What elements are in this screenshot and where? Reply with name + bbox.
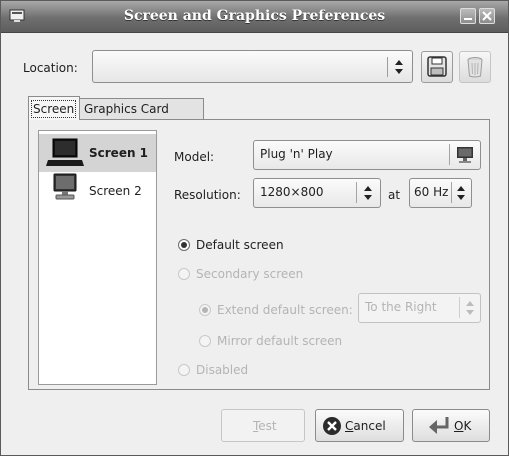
resolution-select[interactable]: 1280×800 xyxy=(253,178,381,208)
secondary-screen-radio[interactable] xyxy=(178,268,190,280)
refresh-rate-value: 60 Hz xyxy=(414,185,449,199)
monitor-icon xyxy=(457,147,473,163)
extend-position-select[interactable]: To the Right xyxy=(358,293,481,323)
default-screen-label: Default screen xyxy=(196,238,284,252)
preferences-window: Screen and Graphics Preferences Location… xyxy=(0,0,509,456)
mirror-default-screen-radio[interactable] xyxy=(199,335,211,347)
extend-default-screen-label: Extend default screen: xyxy=(217,303,353,317)
updown-arrows-icon xyxy=(457,186,465,200)
window-title: Screen and Graphics Preferences xyxy=(123,8,386,24)
screen-tab-panel: Screen 1 Screen 2 Model: Plug 'n' Play R… xyxy=(28,119,490,390)
ok-arrow-icon xyxy=(429,417,449,434)
minimize-button[interactable] xyxy=(460,8,476,24)
monitor-icon xyxy=(53,173,77,200)
refresh-rate-select[interactable]: 60 Hz xyxy=(409,178,472,208)
screen-list[interactable]: Screen 1 Screen 2 xyxy=(38,130,157,385)
disabled-label: Disabled xyxy=(196,363,249,377)
trash-can-icon xyxy=(467,57,483,78)
updown-arrows-icon xyxy=(395,60,403,74)
at-label: at xyxy=(388,188,401,202)
floppy-disk-icon xyxy=(427,56,447,77)
laptop-icon xyxy=(46,138,84,166)
model-label: Model: xyxy=(174,150,215,164)
updown-arrows-icon xyxy=(364,186,372,200)
cancel-x-icon xyxy=(323,417,341,435)
location-label: Location: xyxy=(23,61,78,75)
title-bar[interactable]: Screen and Graphics Preferences xyxy=(1,1,508,33)
screen-1-label: Screen 1 xyxy=(89,146,149,160)
resolution-value: 1280×800 xyxy=(260,185,324,199)
tab-graphics-card-label: Graphics Card xyxy=(84,102,169,116)
extend-default-screen-radio[interactable] xyxy=(199,304,211,316)
minimize-icon xyxy=(464,18,472,20)
disabled-radio[interactable] xyxy=(178,364,190,376)
test-button-label: Test xyxy=(253,419,277,433)
ok-button[interactable]: OK xyxy=(412,409,490,442)
screen-2-label: Screen 2 xyxy=(89,184,142,198)
model-selector[interactable]: Plug 'n' Play xyxy=(253,140,481,170)
close-icon xyxy=(482,11,492,21)
mirror-default-screen-label: Mirror default screen xyxy=(217,334,343,348)
tab-screen[interactable]: Screen xyxy=(28,96,80,120)
extend-position-value: To the Right xyxy=(365,300,437,314)
tab-screen-label: Screen xyxy=(30,100,77,118)
secondary-screen-label: Secondary screen xyxy=(196,267,304,281)
cancel-button-label: Cancel xyxy=(345,419,386,433)
test-button[interactable]: Test xyxy=(221,409,305,442)
updown-arrows-icon xyxy=(466,301,474,315)
screen-list-item-2[interactable]: Screen 2 xyxy=(39,172,156,210)
cancel-button[interactable]: Cancel xyxy=(315,409,404,442)
resolution-label: Resolution: xyxy=(174,188,241,202)
location-combo[interactable] xyxy=(92,50,413,83)
model-value: Plug 'n' Play xyxy=(260,147,333,161)
tab-graphics-card[interactable]: Graphics Card xyxy=(80,98,204,120)
save-location-button[interactable] xyxy=(421,51,453,83)
screen-list-item-1[interactable]: Screen 1 xyxy=(39,134,156,172)
delete-location-button[interactable] xyxy=(459,51,491,83)
ok-button-label: OK xyxy=(454,419,472,433)
close-button[interactable] xyxy=(479,8,495,24)
default-screen-radio[interactable] xyxy=(178,239,190,251)
